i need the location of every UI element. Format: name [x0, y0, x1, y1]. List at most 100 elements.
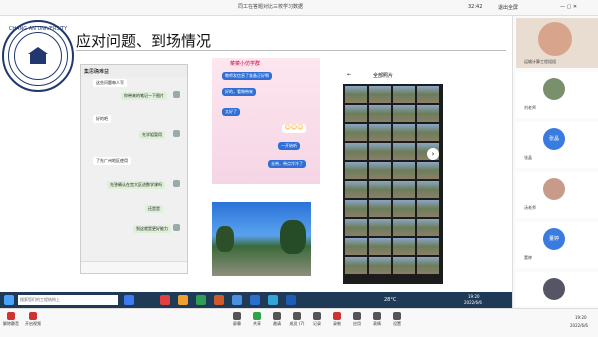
- album-photo-thumbnail[interactable]: [393, 219, 415, 236]
- album-photo-thumbnail[interactable]: [345, 124, 367, 141]
- toolbar-button-0[interactable]: 屏幕: [228, 312, 246, 327]
- start-icon[interactable]: [4, 295, 14, 305]
- album-grid: [345, 86, 441, 282]
- album-photo-thumbnail[interactable]: [417, 162, 439, 179]
- album-photo-thumbnail[interactable]: [369, 181, 391, 198]
- toolbar-button-5[interactable]: 录制: [328, 312, 346, 327]
- participant-avatar: 张晶: [543, 128, 565, 150]
- chat1-msg-3: 先学姐暂用: [139, 131, 165, 139]
- participant-tile-3[interactable]: 汤老师: [516, 172, 598, 218]
- app-icon[interactable]: [178, 295, 188, 305]
- invite-icon: [273, 312, 281, 320]
- participant-name: 刘老师: [524, 105, 536, 110]
- toolbar-button-4[interactable]: 记录: [308, 312, 326, 327]
- camera-button[interactable]: 开启视频: [24, 312, 42, 327]
- toolbar-button-2[interactable]: 邀请: [268, 312, 286, 327]
- album-photo-thumbnail[interactable]: [345, 219, 367, 236]
- app-icon[interactable]: [286, 295, 296, 305]
- album-photo-thumbnail[interactable]: [345, 257, 367, 274]
- chat2-msg-4: 去带，带点冷冷了: [268, 160, 306, 168]
- album-photo-thumbnail[interactable]: [369, 124, 391, 141]
- toolbar-button-3[interactable]: 成员 (7): [288, 312, 306, 327]
- window-controls[interactable]: — ▢ ✕: [560, 4, 577, 10]
- album-photo-thumbnail[interactable]: [369, 162, 391, 179]
- album-photo-thumbnail[interactable]: [369, 86, 391, 103]
- chat2-msg-1: 好的，看物带来: [222, 88, 256, 96]
- album-photo-thumbnail[interactable]: [345, 200, 367, 217]
- album-photo-thumbnail[interactable]: [345, 143, 367, 160]
- toolbar-button-6[interactable]: 应用: [348, 312, 366, 327]
- participant-avatar: [543, 78, 565, 100]
- chat1-msg-1: 你带来的笔记一下图片: [121, 92, 167, 100]
- clock-date: 2022/6/6: [464, 300, 482, 305]
- avatar: [173, 180, 180, 187]
- avatar: [173, 224, 180, 231]
- album-photo-thumbnail[interactable]: [369, 238, 391, 255]
- album-photo-thumbnail[interactable]: [417, 200, 439, 217]
- clock-time: 19:20: [468, 294, 480, 299]
- album-photo-thumbnail[interactable]: [345, 86, 367, 103]
- album-photo-thumbnail[interactable]: [369, 200, 391, 217]
- album-photo-thumbnail[interactable]: [393, 86, 415, 103]
- mute-label: 解除静音: [3, 321, 19, 326]
- participant-tile-0[interactable]: 运输计算工程组组: [516, 18, 598, 68]
- album-photo-thumbnail[interactable]: [393, 143, 415, 160]
- album-photo-thumbnail[interactable]: [369, 143, 391, 160]
- album-photo-thumbnail[interactable]: [345, 181, 367, 198]
- toolbar-button-1[interactable]: 共享: [248, 312, 266, 327]
- logo-text: CHANG AN UNIVERSITY: [8, 26, 68, 32]
- album-photo-thumbnail[interactable]: [417, 86, 439, 103]
- chat2-msg-2: 太好了: [222, 108, 240, 116]
- album-photo-thumbnail[interactable]: [369, 257, 391, 274]
- album-photo-thumbnail[interactable]: [345, 105, 367, 122]
- album-photo-thumbnail[interactable]: [393, 200, 415, 217]
- app-icon[interactable]: [268, 295, 278, 305]
- participant-video: [538, 22, 572, 56]
- album-photo-thumbnail[interactable]: [417, 124, 439, 141]
- exit-fullscreen-button[interactable]: 退出全屏: [498, 4, 518, 11]
- mute-button[interactable]: 解除静音: [2, 312, 20, 327]
- app-icon[interactable]: [214, 295, 224, 305]
- album-photo-thumbnail[interactable]: [393, 162, 415, 179]
- toolbar-button-7[interactable]: 表情: [368, 312, 386, 327]
- slide-heading: 应对问题、到场情况: [76, 32, 212, 50]
- taskbar-search-input[interactable]: 搜索您们的工程结构上: [18, 295, 118, 305]
- toolbar-button-8[interactable]: 设置: [388, 312, 406, 327]
- chat1-input-bar: [81, 261, 187, 273]
- participant-tile-2[interactable]: 张晶 张晶: [516, 122, 598, 168]
- participant-tile-4[interactable]: 董婷 董婷: [516, 222, 598, 268]
- avatar: [173, 130, 180, 137]
- album-photo-thumbnail[interactable]: [417, 219, 439, 236]
- app-icon[interactable]: [250, 295, 260, 305]
- album-photo-thumbnail[interactable]: [345, 238, 367, 255]
- participant-tile-5[interactable]: [516, 272, 598, 306]
- album-photo-thumbnail[interactable]: [417, 105, 439, 122]
- album-header: ← 全部照片: [343, 66, 443, 84]
- album-photo-thumbnail[interactable]: [369, 105, 391, 122]
- next-page-icon[interactable]: ›: [427, 148, 439, 160]
- participant-name: 董婷: [524, 255, 532, 260]
- album-photo-thumbnail[interactable]: [393, 124, 415, 141]
- share-icon: [253, 312, 261, 320]
- album-photo-thumbnail[interactable]: [393, 181, 415, 198]
- participant-tile-1[interactable]: 刘老师: [516, 72, 598, 118]
- album-photo-thumbnail[interactable]: [417, 238, 439, 255]
- chat1-msg-7: 到这就是更好能力: [133, 225, 171, 233]
- album-photo-thumbnail[interactable]: [417, 181, 439, 198]
- album-photo-thumbnail[interactable]: [393, 257, 415, 274]
- album-photo-thumbnail[interactable]: [369, 219, 391, 236]
- app-icon[interactable]: [160, 295, 170, 305]
- album-photo-thumbnail[interactable]: [345, 162, 367, 179]
- app-icon[interactable]: [232, 295, 242, 305]
- album-photo-thumbnail[interactable]: [417, 257, 439, 274]
- logo-building-icon: [28, 47, 48, 64]
- photo-album-screenshot: ← 全部照片: [343, 66, 443, 284]
- album-photo-thumbnail[interactable]: [393, 238, 415, 255]
- back-arrow-icon: ←: [347, 72, 352, 78]
- members-icon: [293, 312, 301, 320]
- album-photo-thumbnail[interactable]: [393, 105, 415, 122]
- chat1-msg-4: 了先广州地区使用: [93, 157, 131, 165]
- chat-screenshot-1: 集思确难益 这些问题每人写 你带来的笔记一下图片 好的吧 先学姐暂用 了先广州地…: [80, 64, 188, 274]
- app-icon[interactable]: [196, 295, 206, 305]
- app-icon[interactable]: [124, 295, 134, 305]
